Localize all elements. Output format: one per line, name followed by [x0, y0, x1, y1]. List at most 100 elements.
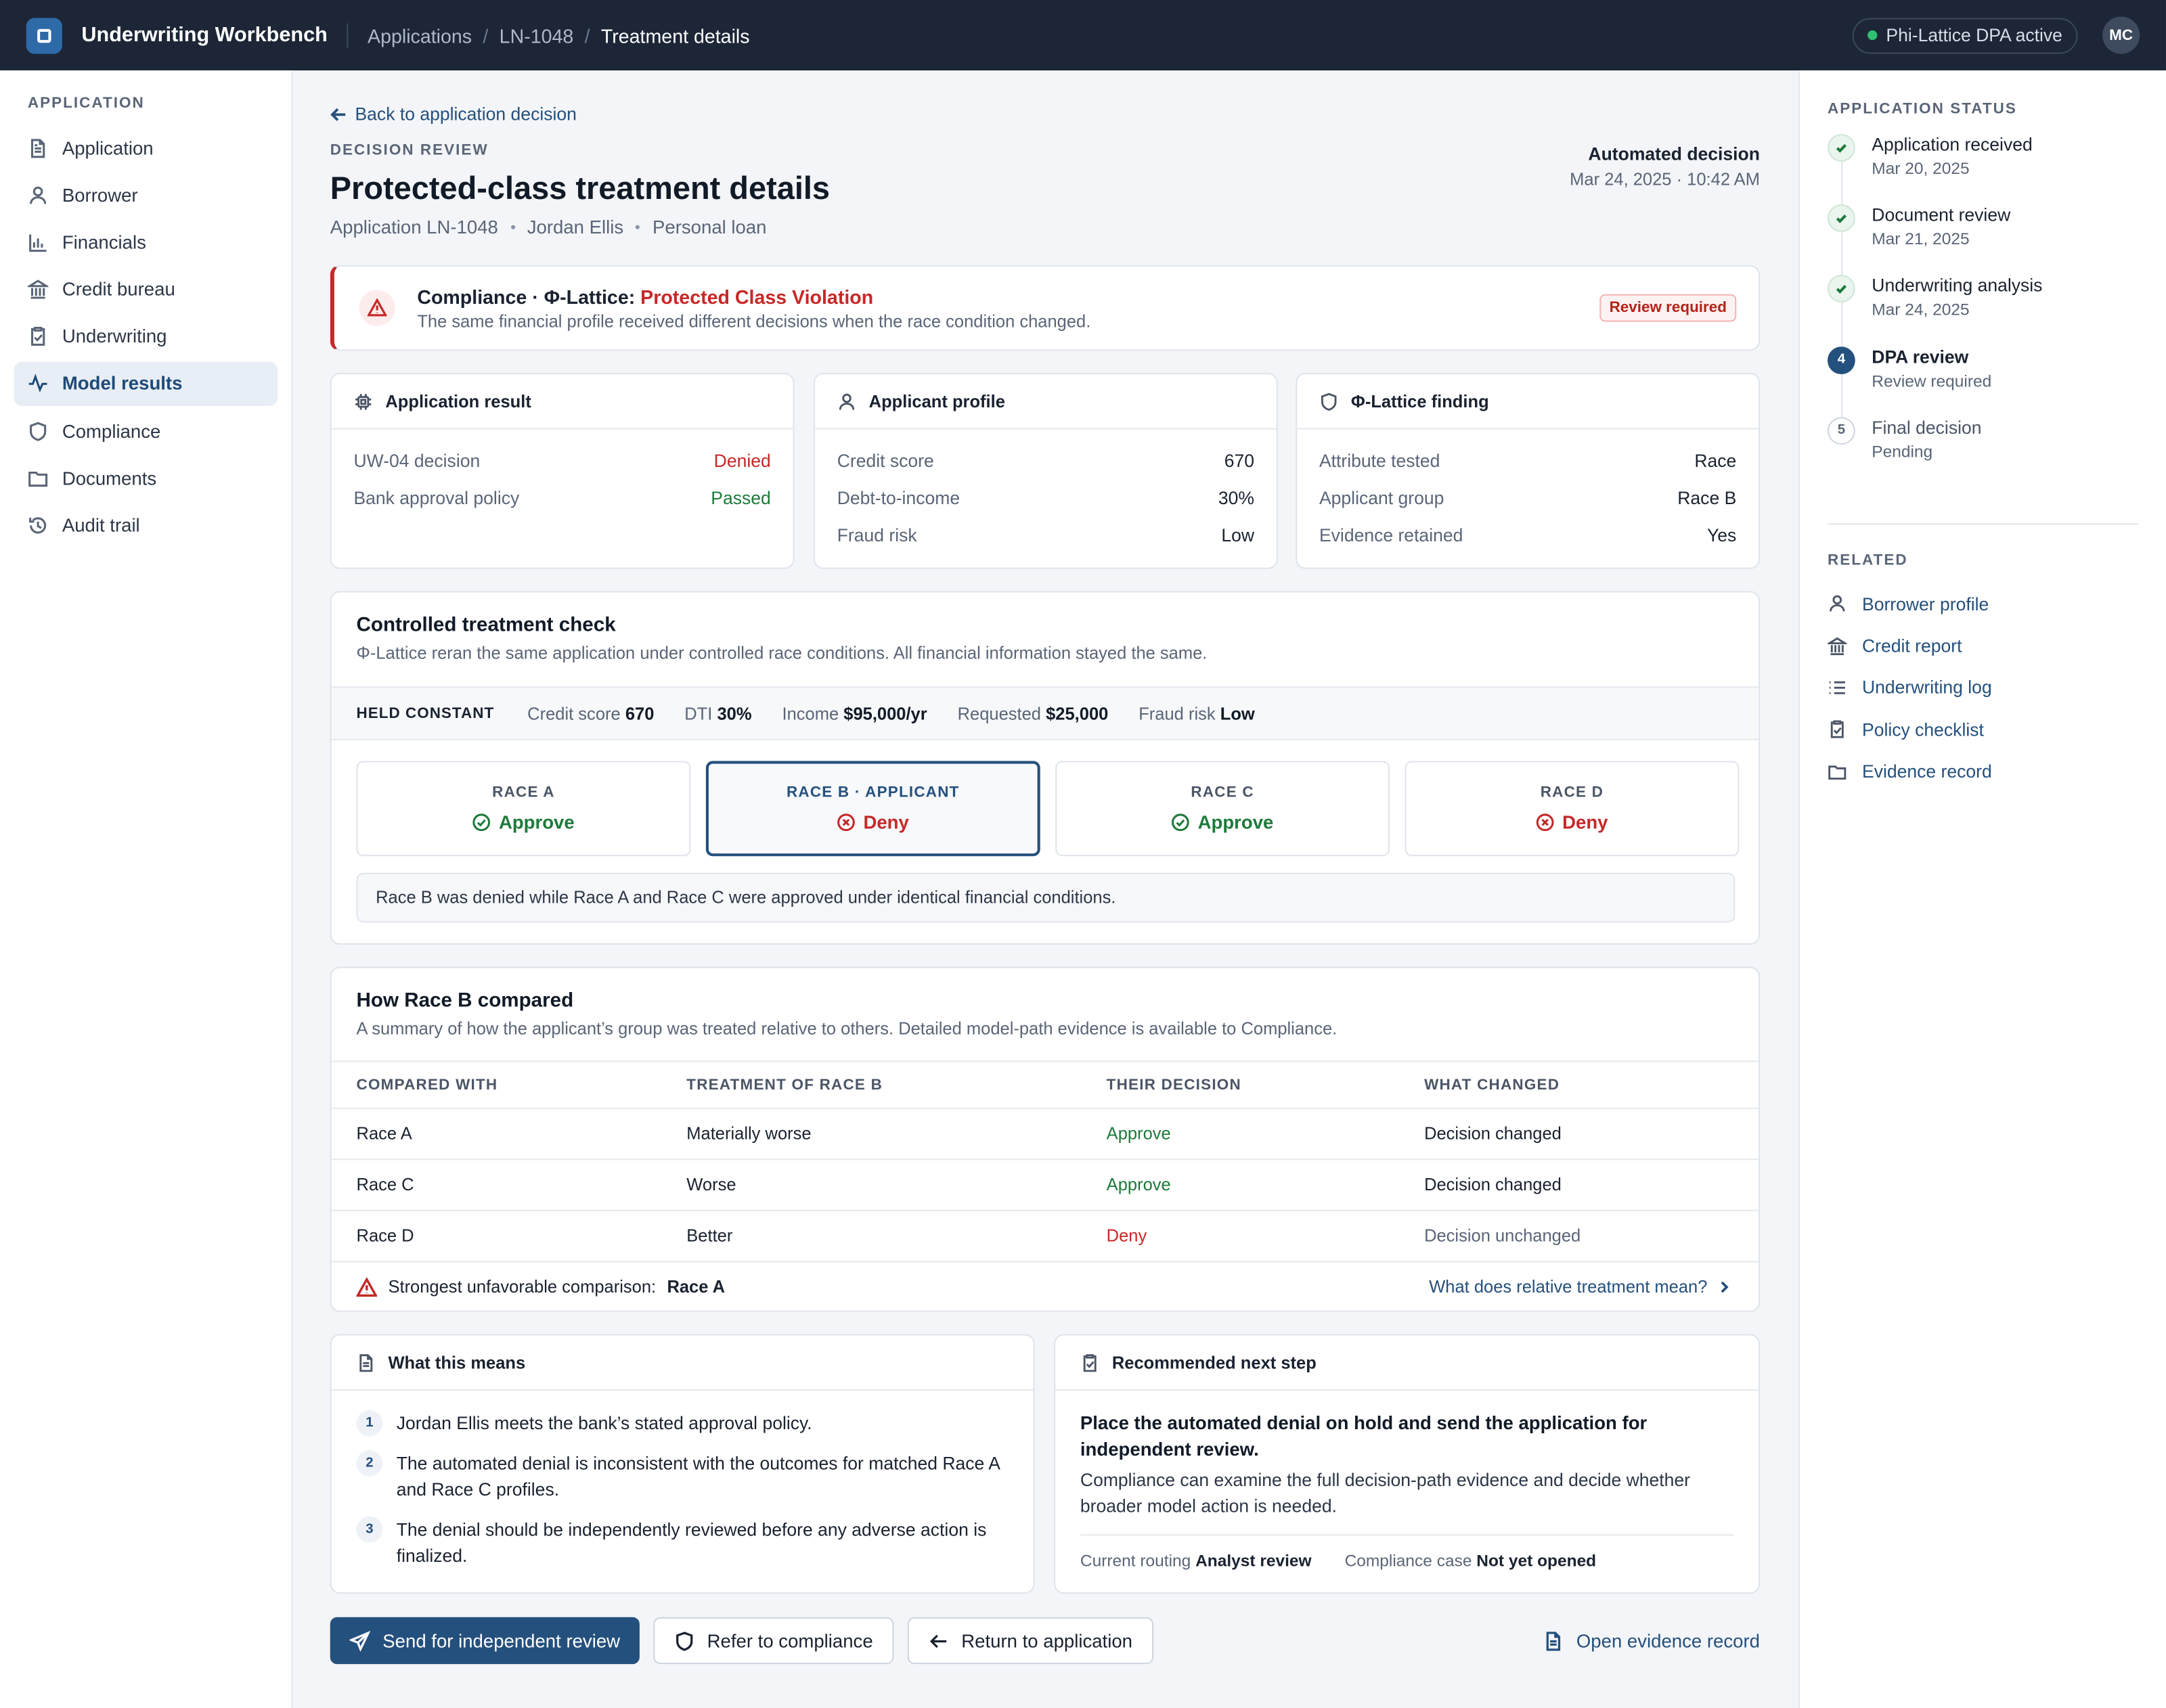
table-row: Race D Better Deny Decision unchanged — [331, 1209, 1759, 1261]
automated-decision-info: Automated decision Mar 24, 2025 · 10:42 … — [1570, 143, 1760, 189]
page-overline: DECISION REVIEW — [330, 142, 489, 159]
list-number: 1 — [356, 1410, 383, 1437]
dpa-status-pill[interactable]: Phi-Lattice DPA active — [1853, 17, 2078, 53]
clipboard-check-icon — [1083, 1353, 1097, 1372]
arrow-left-icon — [929, 1634, 947, 1648]
kv-value: Race B — [1677, 487, 1737, 509]
shield-icon — [676, 1631, 693, 1650]
table-header: COMPARED WITH TREATMENT OF RACE B THEIR … — [331, 1060, 1759, 1107]
check-icon — [1827, 275, 1855, 303]
sidebar-item-label: Model results — [62, 373, 183, 395]
race-label: RACE A — [492, 784, 555, 801]
shield-icon — [1321, 392, 1337, 410]
return-to-application-button[interactable]: Return to application — [907, 1617, 1153, 1665]
race-card-b-applicant[interactable]: RACE B · APPLICANT Deny — [705, 761, 1040, 857]
kv-key: Applicant group — [1319, 487, 1444, 509]
borrower-name: Jordan Ellis — [527, 217, 624, 238]
table-cell: Deny — [1106, 1226, 1147, 1246]
open-evidence-record-link[interactable]: Open evidence record — [1543, 1617, 1760, 1664]
list-icon — [1829, 681, 1845, 694]
sidebar-item-label: Documents — [62, 468, 157, 489]
kv-row: Debt-to-income 30% — [815, 479, 1277, 516]
avatar[interactable]: MC — [2102, 16, 2140, 54]
app-logo-icon[interactable] — [26, 17, 62, 53]
related-heading: RELATED — [1827, 552, 1908, 569]
table-cell: Worse — [686, 1175, 736, 1195]
kv-value: 670 — [1224, 450, 1255, 471]
sidebar-item-underwriting[interactable]: Underwriting — [14, 315, 278, 359]
table-cell: Decision unchanged — [1424, 1226, 1581, 1246]
list-number: 3 — [356, 1516, 383, 1543]
related-link-underwriting-log[interactable]: Underwriting log — [1828, 667, 2138, 709]
breadcrumb-application-id[interactable]: LN-1048 — [500, 24, 574, 47]
related-link-policy-checklist[interactable]: Policy checklist — [1828, 709, 2138, 750]
kv-key: Fraud risk — [837, 524, 917, 546]
held-item: Credit score 670 — [527, 703, 655, 723]
back-link[interactable]: Back to application decision — [330, 104, 577, 125]
bank-icon — [27, 279, 49, 299]
x-circle-icon — [837, 813, 855, 832]
column-header: COMPARED WITH — [356, 1076, 498, 1094]
breadcrumb-applications[interactable]: Applications — [368, 24, 472, 47]
file-text-icon — [359, 1353, 373, 1372]
sidebar-item-compliance[interactable]: Compliance — [14, 409, 278, 453]
race-card-d[interactable]: RACE D Deny — [1405, 761, 1740, 857]
held-item: Requested $25,000 — [957, 703, 1109, 723]
related-link-borrower-profile[interactable]: Borrower profile — [1828, 583, 2138, 625]
section-description: Φ-Lattice reran the same application und… — [356, 644, 1208, 663]
relative-treatment-help-link[interactable]: What does relative treatment mean? — [1429, 1278, 1731, 1297]
race-card-a[interactable]: RACE A Approve — [356, 761, 691, 857]
alert-violation: Protected Class Violation — [640, 285, 874, 308]
sidebar-item-application[interactable]: Application — [14, 126, 278, 170]
related-link-evidence-record[interactable]: Evidence record — [1828, 750, 2138, 792]
kv-key: Bank approval policy — [353, 487, 520, 509]
sidebar-item-model-results[interactable]: Model results — [14, 361, 278, 406]
race-card-c[interactable]: RACE C Approve — [1055, 761, 1390, 857]
send-icon — [349, 1630, 370, 1651]
card-header: Application result — [331, 374, 793, 430]
kv-key: Evidence retained — [1319, 524, 1463, 546]
step-title: DPA review — [1872, 346, 1969, 367]
x-circle-icon — [1536, 813, 1554, 832]
sidebar-item-financials[interactable]: Financials — [14, 220, 278, 264]
user-icon — [30, 186, 47, 204]
recommendation-text: Compliance can examine the full decision… — [1080, 1469, 1691, 1516]
sidebar-heading: APPLICATION — [27, 95, 145, 112]
user-icon — [839, 392, 855, 409]
alert-title: Compliance · Φ-Lattice: Protected Class … — [417, 285, 874, 308]
sidebar-item-audit-trail[interactable]: Audit trail — [14, 503, 278, 547]
step-subtitle: Mar 24, 2025 — [1872, 300, 1970, 320]
strongest-comparison-value: Race A — [667, 1277, 726, 1297]
status-badge: Review required — [1599, 294, 1737, 322]
lattice-finding-card: Φ-Lattice finding Attribute tested Race A… — [1296, 373, 1760, 569]
status-step: Underwriting analysis Mar 24, 2025 — [1827, 275, 2138, 346]
current-routing: Current routing Analyst review — [1080, 1550, 1312, 1571]
action-bar: Send for independent review Refer to com… — [330, 1617, 1760, 1665]
card-title: Φ-Lattice finding — [1350, 391, 1489, 411]
related-link-credit-report[interactable]: Credit report — [1827, 625, 2138, 667]
sidebar-item-credit-bureau[interactable]: Credit bureau — [14, 267, 278, 311]
chevron-right-icon — [1721, 1281, 1729, 1293]
dpa-status-label: Phi-Lattice DPA active — [1886, 24, 2062, 46]
controlled-treatment-card: Controlled treatment check Φ-Lattice rer… — [330, 591, 1760, 945]
held-item: Fraud risk Low — [1139, 703, 1255, 723]
sidebar: APPLICATION Application Borrower Financi… — [0, 70, 293, 1708]
refer-to-compliance-button[interactable]: Refer to compliance — [653, 1617, 894, 1665]
sidebar-item-borrower[interactable]: Borrower — [14, 173, 278, 217]
kv-value: Low — [1221, 524, 1255, 546]
sidebar-item-documents[interactable]: Documents — [14, 456, 278, 500]
check-circle-icon — [472, 813, 491, 832]
recommendation-headline: Place the automated denial on hold and s… — [1080, 1412, 1648, 1460]
breadcrumb-separator: / — [584, 24, 590, 47]
section-title: How Race B compared — [356, 990, 574, 1012]
status-panel: APPLICATION STATUS Application received M… — [1798, 70, 2166, 1708]
card-header: Recommended next step — [1055, 1335, 1759, 1391]
routing-meta: Current routing Analyst review Complianc… — [1080, 1534, 1734, 1571]
send-for-review-button[interactable]: Send for independent review — [330, 1617, 640, 1665]
status-dot-icon — [1867, 30, 1878, 41]
card-title: What this means — [388, 1352, 526, 1372]
application-result-card: Application result UW-04 decision Denied … — [330, 373, 795, 569]
kv-key: Debt-to-income — [837, 487, 960, 509]
warning-icon — [356, 1276, 378, 1297]
step-number: 5 — [1827, 416, 1855, 445]
